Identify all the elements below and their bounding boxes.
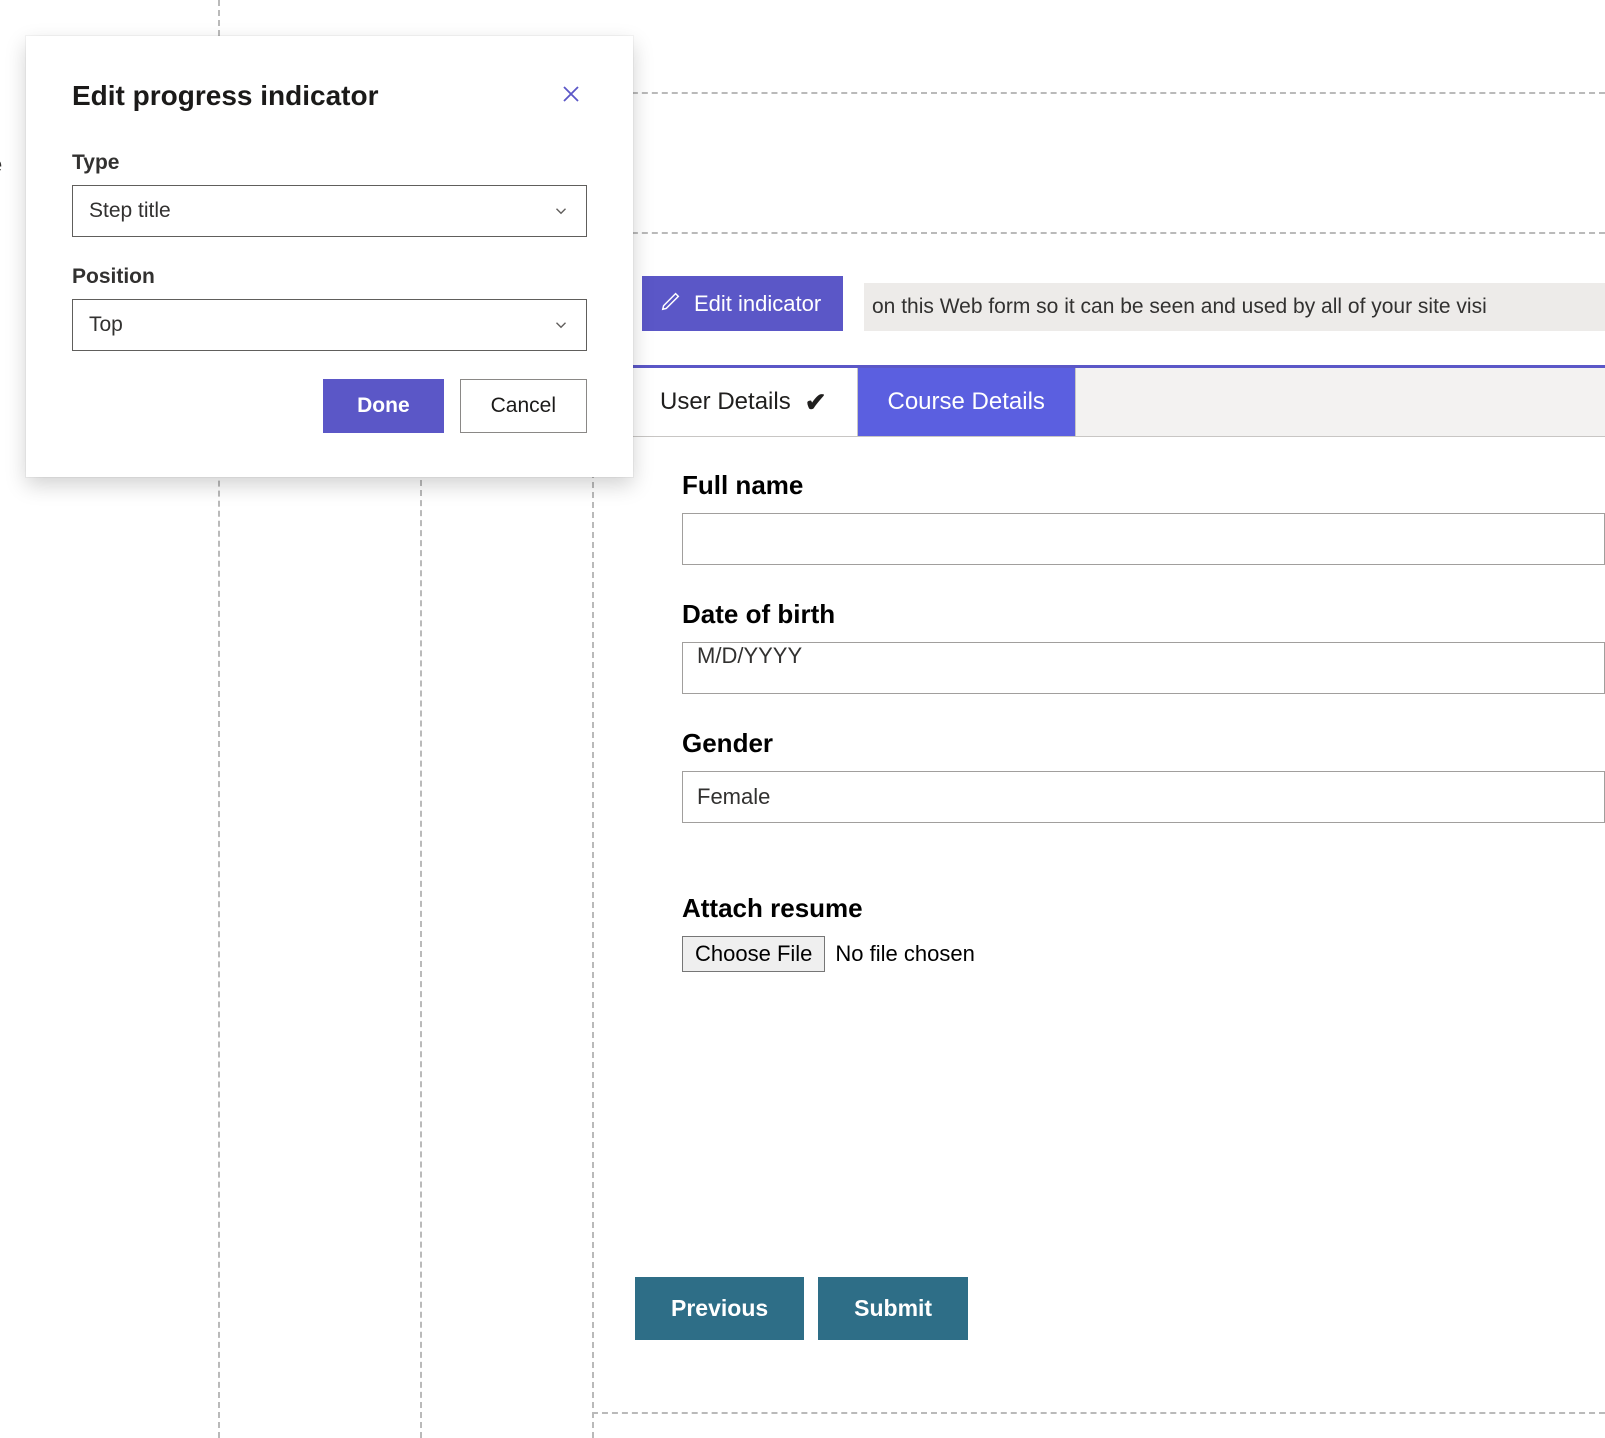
step-tabs: User Details ✔ Course Details (630, 365, 1605, 437)
resume-label: Attach resume (682, 893, 1605, 924)
field-dob: Date of birth M/D/YYYY (682, 599, 1605, 694)
gender-value: Female (697, 784, 770, 810)
field-resume: Attach resume Choose File No file chosen (682, 893, 1605, 972)
close-button[interactable] (555, 78, 587, 113)
step-tab-label: User Details (660, 388, 791, 416)
gender-select[interactable]: Female (682, 771, 1605, 823)
edit-indicator-button[interactable]: Edit indicator (642, 276, 843, 331)
dob-input[interactable]: M/D/YYYY (682, 642, 1605, 694)
position-select[interactable]: Top (72, 299, 587, 351)
step-tab-user-details[interactable]: User Details ✔ (630, 368, 858, 436)
edit-indicator-label: Edit indicator (694, 291, 821, 317)
edit-progress-indicator-dialog: Edit progress indicator Type Step title … (26, 36, 633, 477)
position-value: Top (89, 313, 123, 337)
guide-v-2 (420, 460, 422, 1438)
guide-h-2 (592, 232, 1605, 234)
form-area: Full name Date of birth M/D/YYYY Gender … (682, 470, 1605, 1006)
full-name-input[interactable] (682, 513, 1605, 565)
check-icon: ✔ (805, 387, 827, 418)
full-name-label: Full name (682, 470, 1605, 501)
info-banner: on this Web form so it can be seen and u… (864, 283, 1605, 331)
dob-placeholder: M/D/YYYY (697, 643, 802, 668)
guide-h-top (592, 92, 1605, 94)
dialog-title: Edit progress indicator (72, 80, 379, 112)
pencil-icon (660, 290, 682, 318)
type-select[interactable]: Step title (72, 185, 587, 237)
previous-button[interactable]: Previous (635, 1277, 804, 1340)
close-icon (559, 94, 583, 109)
submit-button[interactable]: Submit (818, 1277, 968, 1340)
truncated-left-text: e (0, 152, 2, 178)
step-tab-course-details[interactable]: Course Details (858, 368, 1076, 436)
position-label: Position (72, 265, 587, 289)
gender-label: Gender (682, 728, 1605, 759)
done-button[interactable]: Done (323, 379, 444, 433)
cancel-button[interactable]: Cancel (460, 379, 587, 433)
type-label: Type (72, 151, 587, 175)
info-banner-text: on this Web form so it can be seen and u… (872, 295, 1487, 319)
guide-h-bottom (592, 1412, 1605, 1414)
form-buttons: Previous Submit (635, 1277, 968, 1340)
step-tab-filler (1076, 368, 1605, 436)
chevron-down-icon (552, 202, 570, 220)
step-tab-label: Course Details (888, 388, 1045, 416)
file-status-text: No file chosen (835, 941, 974, 967)
field-gender: Gender Female (682, 728, 1605, 823)
field-full-name: Full name (682, 470, 1605, 565)
choose-file-button[interactable]: Choose File (682, 936, 825, 972)
type-value: Step title (89, 199, 171, 223)
chevron-down-icon (552, 316, 570, 334)
dob-label: Date of birth (682, 599, 1605, 630)
